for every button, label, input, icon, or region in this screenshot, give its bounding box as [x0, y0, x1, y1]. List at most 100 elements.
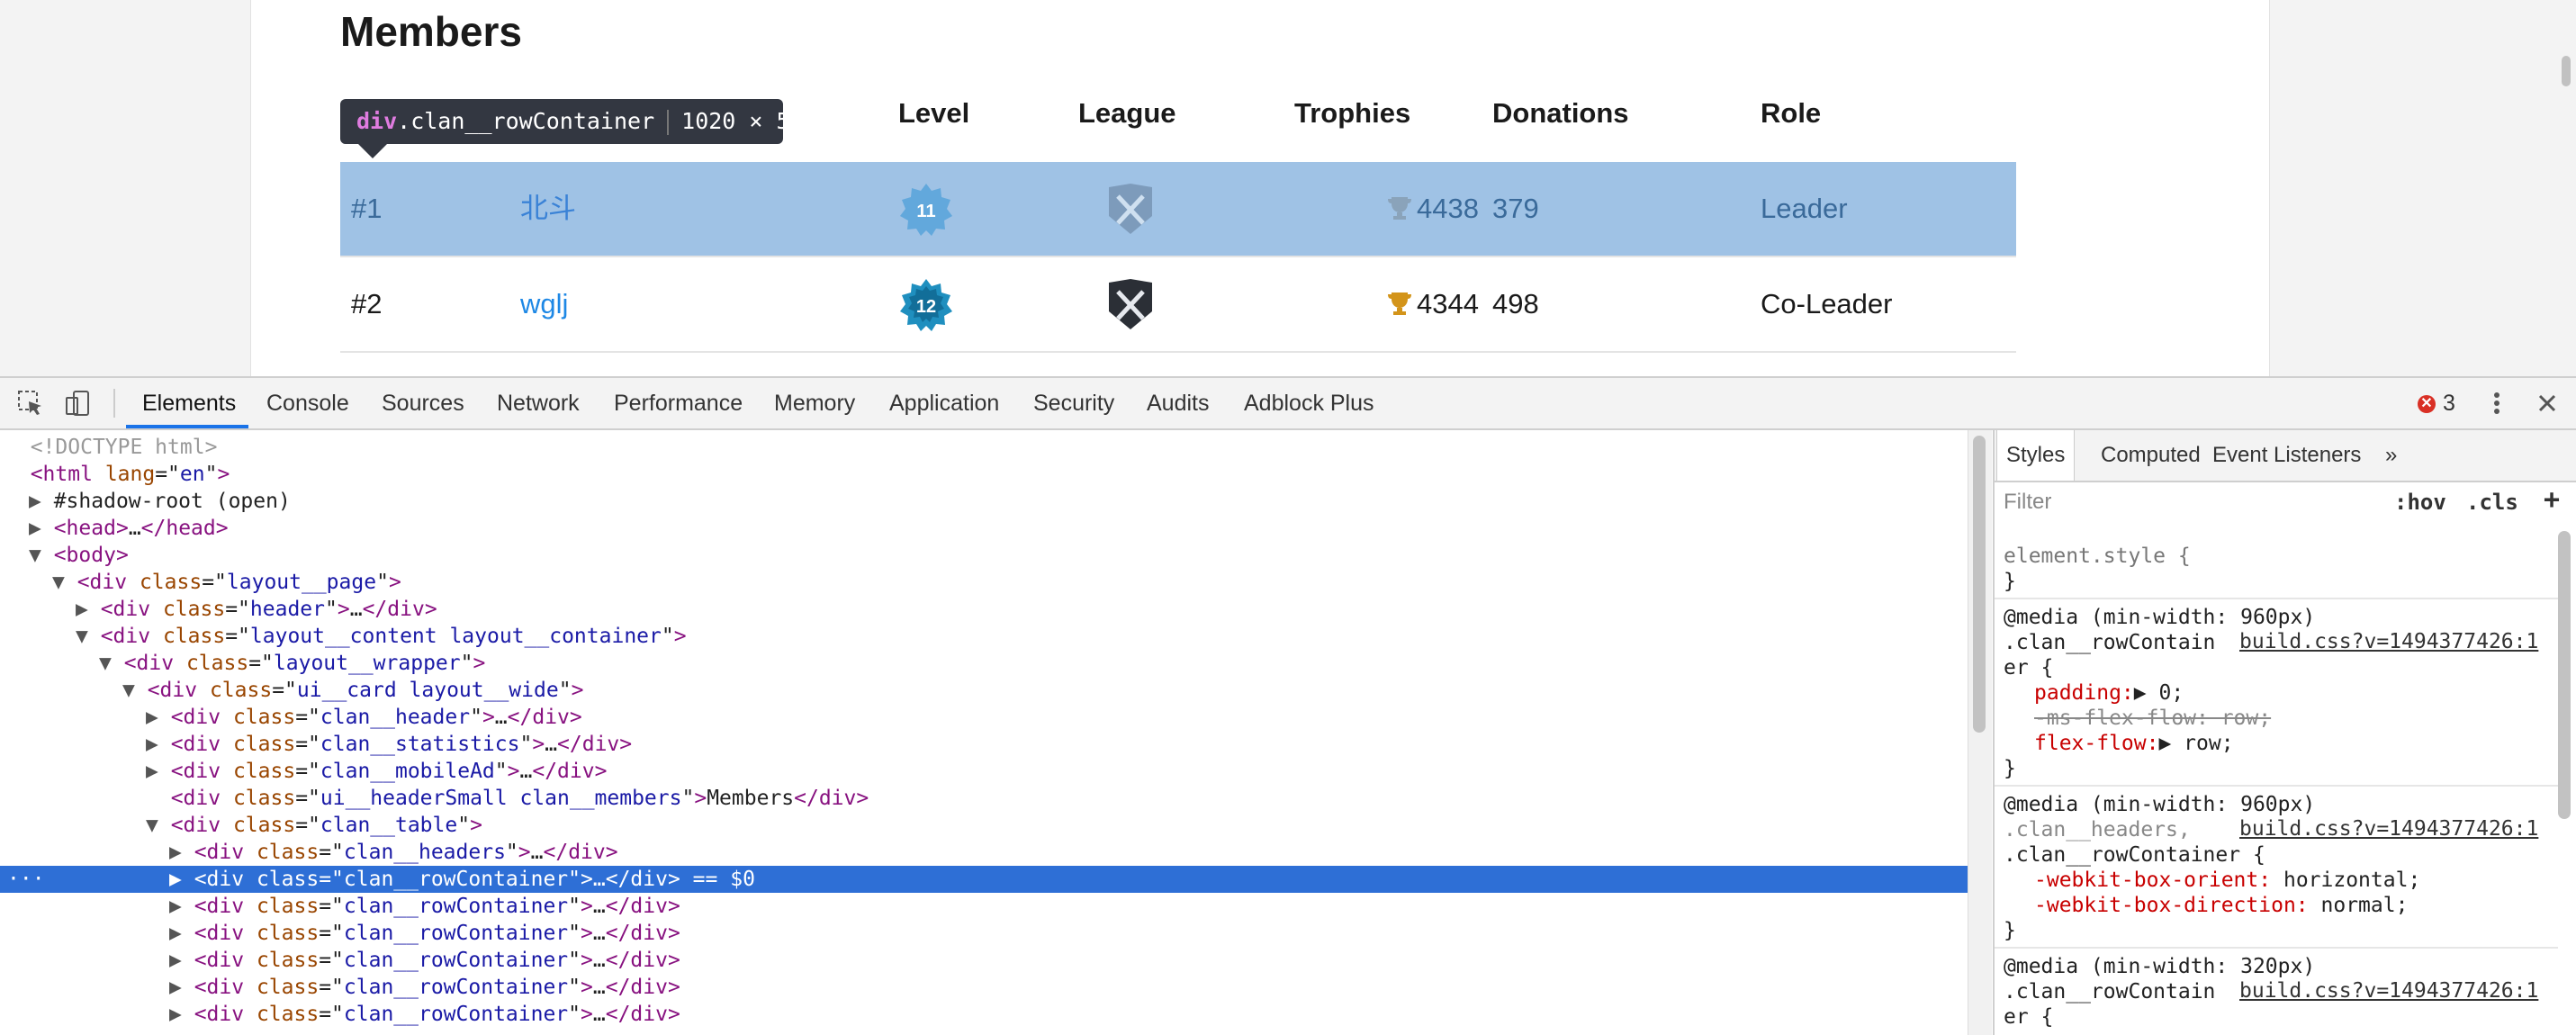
styles-scrollbar-thumb[interactable]	[2558, 531, 2571, 819]
expand-toggle-icon[interactable]: ▶	[169, 841, 194, 864]
error-count-badge[interactable]: ✕ 3	[2418, 389, 2455, 418]
expand-toggle-icon[interactable]: ▼	[146, 814, 171, 837]
rule-selector[interactable]: .clan__headers,	[2004, 817, 2191, 842]
member-name-link[interactable]: 北斗	[520, 162, 576, 256]
tab-sources[interactable]: Sources	[382, 378, 464, 428]
dom-node[interactable]: ▶ <div class="clan__rowContainer">…</div…	[0, 920, 1968, 947]
dom-node[interactable]: ▶ <div class="clan__rowContainer">…</div…	[0, 947, 1968, 974]
attr-quote: ="	[272, 679, 297, 702]
css-property: padding:	[2034, 681, 2134, 705]
tab-network[interactable]: Network	[497, 378, 580, 428]
member-name-link[interactable]: wglj	[520, 257, 568, 351]
dom-node[interactable]: ▶ #shadow-root (open)	[0, 488, 1968, 515]
add-rule-button[interactable]: +	[2544, 484, 2560, 516]
expand-toggle-icon[interactable]: ▶	[146, 760, 171, 783]
expand-toggle-icon[interactable]: ▶	[169, 1003, 194, 1026]
attr-name: class	[232, 733, 296, 756]
tab-console[interactable]: Console	[266, 378, 349, 428]
expand-toggle-icon[interactable]: ▶	[146, 733, 171, 756]
expand-toggle-icon[interactable]: ▼	[52, 571, 77, 594]
expand-toggle-icon[interactable]: ▼	[29, 544, 54, 567]
dom-node[interactable]: ▶ <div class="clan__rowContainer">…</div…	[0, 1001, 1968, 1028]
dom-node[interactable]: ▼ <div class="layout__page">	[0, 569, 1968, 596]
tab-memory[interactable]: Memory	[774, 378, 855, 428]
dom-node[interactable]: <!DOCTYPE html>	[0, 434, 1968, 461]
element-style-rule[interactable]: element.style {	[2004, 544, 2191, 569]
expand-toggle-icon[interactable]: ▶	[169, 922, 194, 945]
expand-toggle-icon[interactable]: ▶	[29, 517, 54, 540]
expand-toggle-icon[interactable]: ▶	[169, 895, 194, 918]
css-declaration-box-direction[interactable]: -webkit-box-direction: normal;	[2034, 893, 2408, 918]
member-row-2[interactable]: #2 wglj 12 4344 498 Co-Leader	[340, 257, 2016, 353]
close-icon[interactable]	[2533, 389, 2562, 418]
dom-node[interactable]: ▶ <div class="clan__rowContainer">…</div…	[0, 974, 1968, 1001]
expand-toggle-icon[interactable]	[146, 787, 171, 810]
dom-node[interactable]: <div class="ui__headerSmall clan__member…	[0, 785, 1968, 812]
tab-security[interactable]: Security	[1033, 378, 1114, 428]
expand-toggle-icon[interactable]	[5, 463, 31, 486]
tab-elements[interactable]: Elements	[142, 378, 236, 428]
dom-node[interactable]: ▼ <body>	[0, 542, 1968, 569]
expand-toggle-icon[interactable]: ▶	[169, 868, 194, 891]
more-options-icon[interactable]	[2482, 389, 2511, 418]
dom-node[interactable]: ▼ <div class="clan__table">	[0, 812, 1968, 839]
more-tabs-chevron-icon[interactable]: »	[2385, 430, 2397, 481]
dom-node[interactable]: ▼ <div class="layout__wrapper">	[0, 650, 1968, 677]
cls-toggle-button[interactable]: .cls	[2466, 490, 2518, 515]
stylesheet-link[interactable]: build.css?v=1494377426:1	[2239, 979, 2538, 1003]
rule-close-brace: }	[2004, 570, 2016, 593]
tab-adblock-plus[interactable]: Adblock Plus	[1244, 378, 1374, 428]
member-row-1[interactable]: #1 北斗 11 4438 379 Leader	[340, 162, 2016, 257]
css-declaration-overridden[interactable]: -ms-flex-flow: row;	[2034, 706, 2271, 731]
css-declaration-padding[interactable]: padding:▶ 0;	[2034, 680, 2184, 706]
inspect-element-icon[interactable]	[16, 389, 45, 418]
page-scrollbar[interactable]	[2562, 56, 2571, 86]
level-badge-number: 11	[916, 202, 935, 221]
elements-dom-tree[interactable]: <!DOCTYPE html> <html lang="en"> ▶ #shado…	[0, 430, 1968, 1035]
column-header-role: Role	[1761, 97, 1822, 129]
rule-selector[interactable]: .clan__rowContain	[2004, 630, 2215, 655]
tab-styles[interactable]: Styles	[1996, 430, 2076, 481]
dom-node[interactable]: <html lang="en">	[0, 461, 1968, 488]
expand-toggle-icon[interactable]: ▼	[99, 652, 124, 675]
expand-toggle-icon[interactable]: ▶	[169, 976, 194, 999]
tag-close: >	[337, 598, 350, 621]
dom-node[interactable]: ▶ <head>…</head>	[0, 515, 1968, 542]
dom-node[interactable]: ▼ <div class="ui__card layout__wide">	[0, 677, 1968, 704]
stylesheet-link[interactable]: build.css?v=1494377426:1	[2239, 630, 2538, 653]
tab-application[interactable]: Application	[889, 378, 999, 428]
end-tag: </div>	[605, 949, 680, 972]
expand-toggle-icon[interactable]: ▶	[169, 949, 194, 972]
stylesheet-link[interactable]: build.css?v=1494377426:1	[2239, 817, 2538, 841]
dom-tree-scrollbar-thumb[interactable]	[1973, 436, 1986, 733]
expand-toggle-icon[interactable]: ▶	[29, 490, 54, 513]
dom-node[interactable]: ▶ <div class="clan__statistics">…</div>	[0, 731, 1968, 758]
tag-name: <div	[123, 652, 175, 675]
dom-node[interactable]: ▶ <div class="clan__mobileAd">…</div>	[0, 758, 1968, 785]
dom-node[interactable]: ▼ <div class="layout__content layout__co…	[0, 623, 1968, 650]
tab-event-listeners[interactable]: Event Listeners	[2212, 430, 2361, 481]
device-toolbar-icon[interactable]	[63, 389, 92, 418]
expand-toggle-icon[interactable]: ▶	[76, 598, 101, 621]
dom-node[interactable]: ▶ <div class="clan__header">…</div>	[0, 704, 1968, 731]
tab-performance[interactable]: Performance	[614, 378, 743, 428]
css-declaration-box-orient[interactable]: -webkit-box-orient: horizontal;	[2034, 868, 2420, 893]
hov-toggle-button[interactable]: :hov	[2394, 490, 2446, 515]
expand-toggle-icon[interactable]: ▼	[76, 625, 101, 648]
dom-node[interactable]: ▶ <div class="header">…</div>	[0, 596, 1968, 623]
expand-toggle-icon[interactable]: ▼	[122, 679, 148, 702]
styles-filter-input[interactable]: Filter	[2004, 490, 2051, 515]
tab-computed[interactable]: Computed	[2101, 430, 2201, 481]
expand-toggle-icon[interactable]	[5, 436, 31, 459]
tab-audits[interactable]: Audits	[1147, 378, 1209, 428]
expand-toggle-icon[interactable]: ▶	[146, 706, 171, 729]
css-declaration-flex-flow[interactable]: flex-flow:▶ row;	[2034, 731, 2234, 756]
rule-selector[interactable]: .clan__rowContain	[2004, 979, 2215, 1004]
dom-node-selected[interactable]: ··· ▶ <div class="clan__rowContainer">…</…	[0, 866, 1968, 893]
dom-node[interactable]: ▶ <div class="clan__rowContainer">…</div…	[0, 893, 1968, 920]
page-title: Members	[340, 8, 522, 55]
dom-node[interactable]: ▶ <div class="clan__headers">…</div>	[0, 839, 1968, 866]
